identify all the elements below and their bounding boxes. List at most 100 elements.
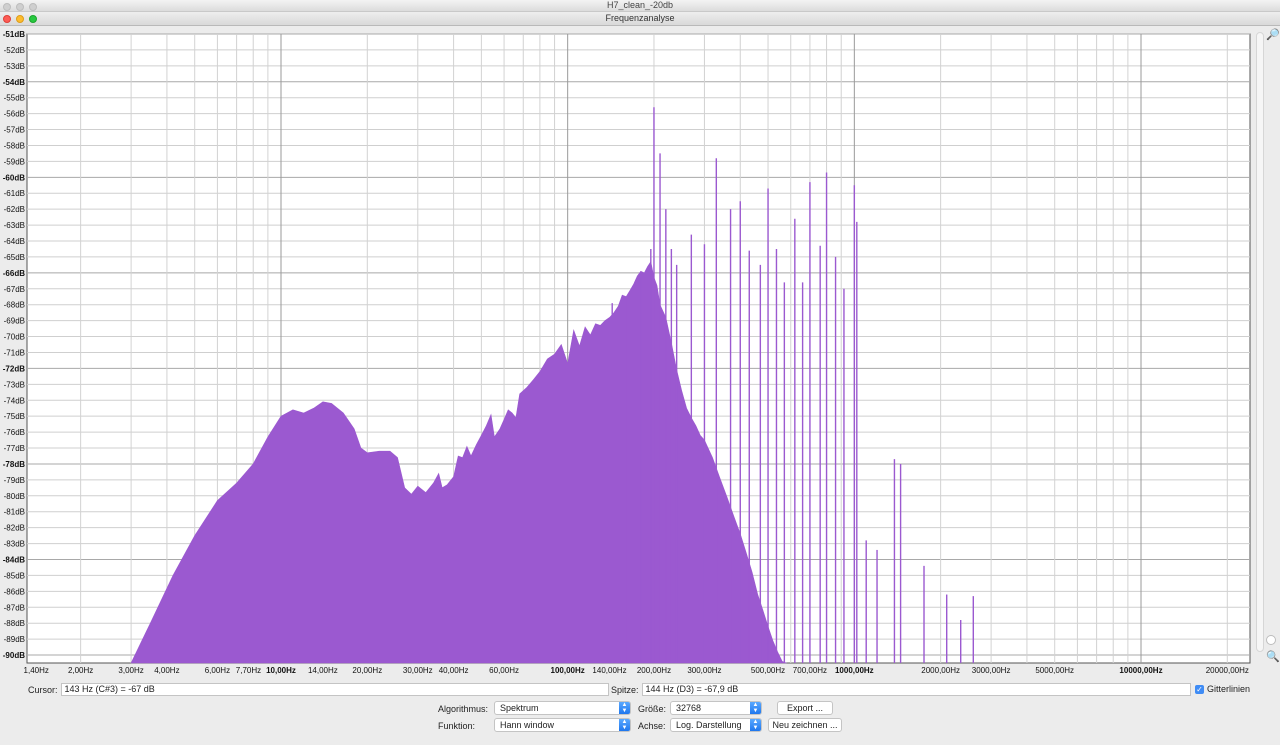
y-tick-label: -72dB [3,364,25,373]
minimize-button-inactive[interactable] [16,3,24,11]
grid-checkbox[interactable]: ✓ [1195,684,1204,694]
y-tick-label: -80dB [4,492,25,501]
y-tick-label: -58dB [4,141,25,150]
x-tick-label: 10000,00Hz [1119,666,1162,675]
window-title: H7_clean_-20db [606,0,674,10]
y-tick-label: -55dB [4,94,25,103]
y-tick-label: -78dB [3,460,25,469]
zoom-in-icon[interactable]: 🔎 [1266,29,1280,41]
window-titlebar: H7_clean_-20db [0,0,1280,12]
zoom-out-icon[interactable]: 🔍 [1266,651,1280,663]
x-tick-label: 40,00Hz [439,666,469,675]
y-tick-label: -86dB [4,587,25,596]
x-tick-label: 4,00Hz [154,666,179,675]
y-tick-label: -59dB [4,157,25,166]
y-tick-label: -51dB [3,30,25,39]
x-tick-label: 20,00Hz [352,666,382,675]
close-button-inactive[interactable] [3,3,11,11]
y-tick-label: -64dB [4,237,25,246]
y-tick-label: -76dB [4,428,25,437]
y-tick-label: -90dB [3,651,25,660]
axis-value: Log. Darstellung [676,720,742,730]
function-value: Hann window [500,720,555,730]
zoom-button[interactable] [29,15,37,23]
y-tick-label: -70dB [4,333,25,342]
x-tick-label: 1,40Hz [24,666,49,675]
y-tick-label: -66dB [3,269,25,278]
x-tick-label: 14,00Hz [308,666,338,675]
y-tick-label: -71dB [4,348,25,357]
y-tick-label: -63dB [4,221,25,230]
select-arrows-icon: ▲ ▼ [619,702,630,714]
y-tick-label: -89dB [4,635,25,644]
zoom-button-inactive[interactable] [29,3,37,11]
y-tick-label: -68dB [4,301,25,310]
export-button[interactable]: Export ... [777,701,833,715]
y-tick-label: -57dB [4,126,25,135]
minimize-button[interactable] [16,15,24,23]
algorithm-label: Algorithmus: [438,704,489,714]
x-tick-label: 2000,00Hz [921,666,960,675]
axis-label: Achse: [638,721,666,731]
x-tick-label: 140,00Hz [592,666,626,675]
y-tick-label: -75dB [4,412,25,421]
x-tick-label: 20000,00Hz [1206,666,1249,675]
size-select[interactable]: 32768 ▲ ▼ [670,701,762,715]
vertical-scroll-thumb[interactable] [1266,635,1276,645]
x-tick-label: 3000,00Hz [972,666,1011,675]
algorithm-select[interactable]: Spektrum ▲ ▼ [494,701,631,715]
x-tick-label: 1000,00Hz [835,666,874,675]
x-tick-label: 500,00Hz [751,666,785,675]
size-value: 32768 [676,703,702,713]
y-tick-label: -53dB [4,62,25,71]
dialog-titlebar: Frequenzanalyse [0,12,1280,26]
peak-label: Spitze: [611,684,639,695]
x-tick-label: 200,00Hz [637,666,671,675]
y-tick-label: -79dB [4,476,25,485]
y-tick-label: -54dB [3,78,25,87]
y-tick-label: -69dB [4,317,25,326]
y-tick-label: -81dB [4,508,25,517]
peak-field[interactable]: 144 Hz (D3) = -67,9 dB [641,683,1191,696]
x-tick-label: 300,00Hz [687,666,721,675]
select-arrows-icon: ▲ ▼ [750,719,761,731]
y-tick-label: -60dB [3,173,25,182]
cursor-label: Cursor: [28,684,58,695]
peak-row: Spitze: 144 Hz (D3) = -67,9 dB [611,683,1191,696]
grid-label: Gitterlinien [1207,684,1251,694]
close-button[interactable] [3,15,11,23]
y-tick-label: -65dB [4,253,25,262]
y-tick-label: -62dB [4,205,25,214]
y-tick-label: -61dB [4,189,25,198]
y-tick-label: -73dB [4,380,25,389]
y-tick-label: -77dB [4,444,25,453]
grid-toggle[interactable]: ✓ Gitterlinien [1195,684,1250,694]
x-tick-label: 700,00Hz [793,666,827,675]
select-arrows-icon: ▲ ▼ [750,702,761,714]
y-tick-label: -84dB [3,555,25,564]
x-tick-label: 100,00Hz [551,666,585,675]
spectrum-chart[interactable]: -51dB -52dB -53dB -54dB -55dB -56dB -57dB -58dB… [0,27,1255,677]
spectrum-plot[interactable]: -51dB -52dB -53dB -54dB -55dB -56dB -57dB -58dB… [0,27,1255,677]
y-tick-label: -52dB [4,46,25,55]
y-tick-label: -88dB [4,619,25,628]
y-tick-label: -56dB [4,110,25,119]
x-tick-label: 10,00Hz [266,666,296,675]
x-tick-label: 3,00Hz [118,666,143,675]
x-tick-label: 7,70Hz [236,666,261,675]
y-tick-label: -67dB [4,285,25,294]
select-arrows-icon: ▲ ▼ [619,719,630,731]
redraw-button[interactable]: Neu zeichnen ... [768,718,842,732]
algorithm-value: Spektrum [500,703,539,713]
vertical-scrollbar[interactable] [1256,32,1264,652]
dialog-title: Frequenzanalyse [605,13,675,23]
function-label: Funktion: [438,721,476,731]
axis-select[interactable]: Log. Darstellung ▲ ▼ [670,718,762,732]
x-tick-label: 30,00Hz [403,666,433,675]
cursor-field[interactable]: 143 Hz (C#3) = -67 dB [60,683,609,696]
size-label: Größe: [638,704,667,714]
y-tick-label: -87dB [4,603,25,612]
x-tick-label: 60,00Hz [489,666,519,675]
function-select[interactable]: Hann window ▲ ▼ [494,718,631,732]
x-tick-label: 5000,00Hz [1035,666,1074,675]
